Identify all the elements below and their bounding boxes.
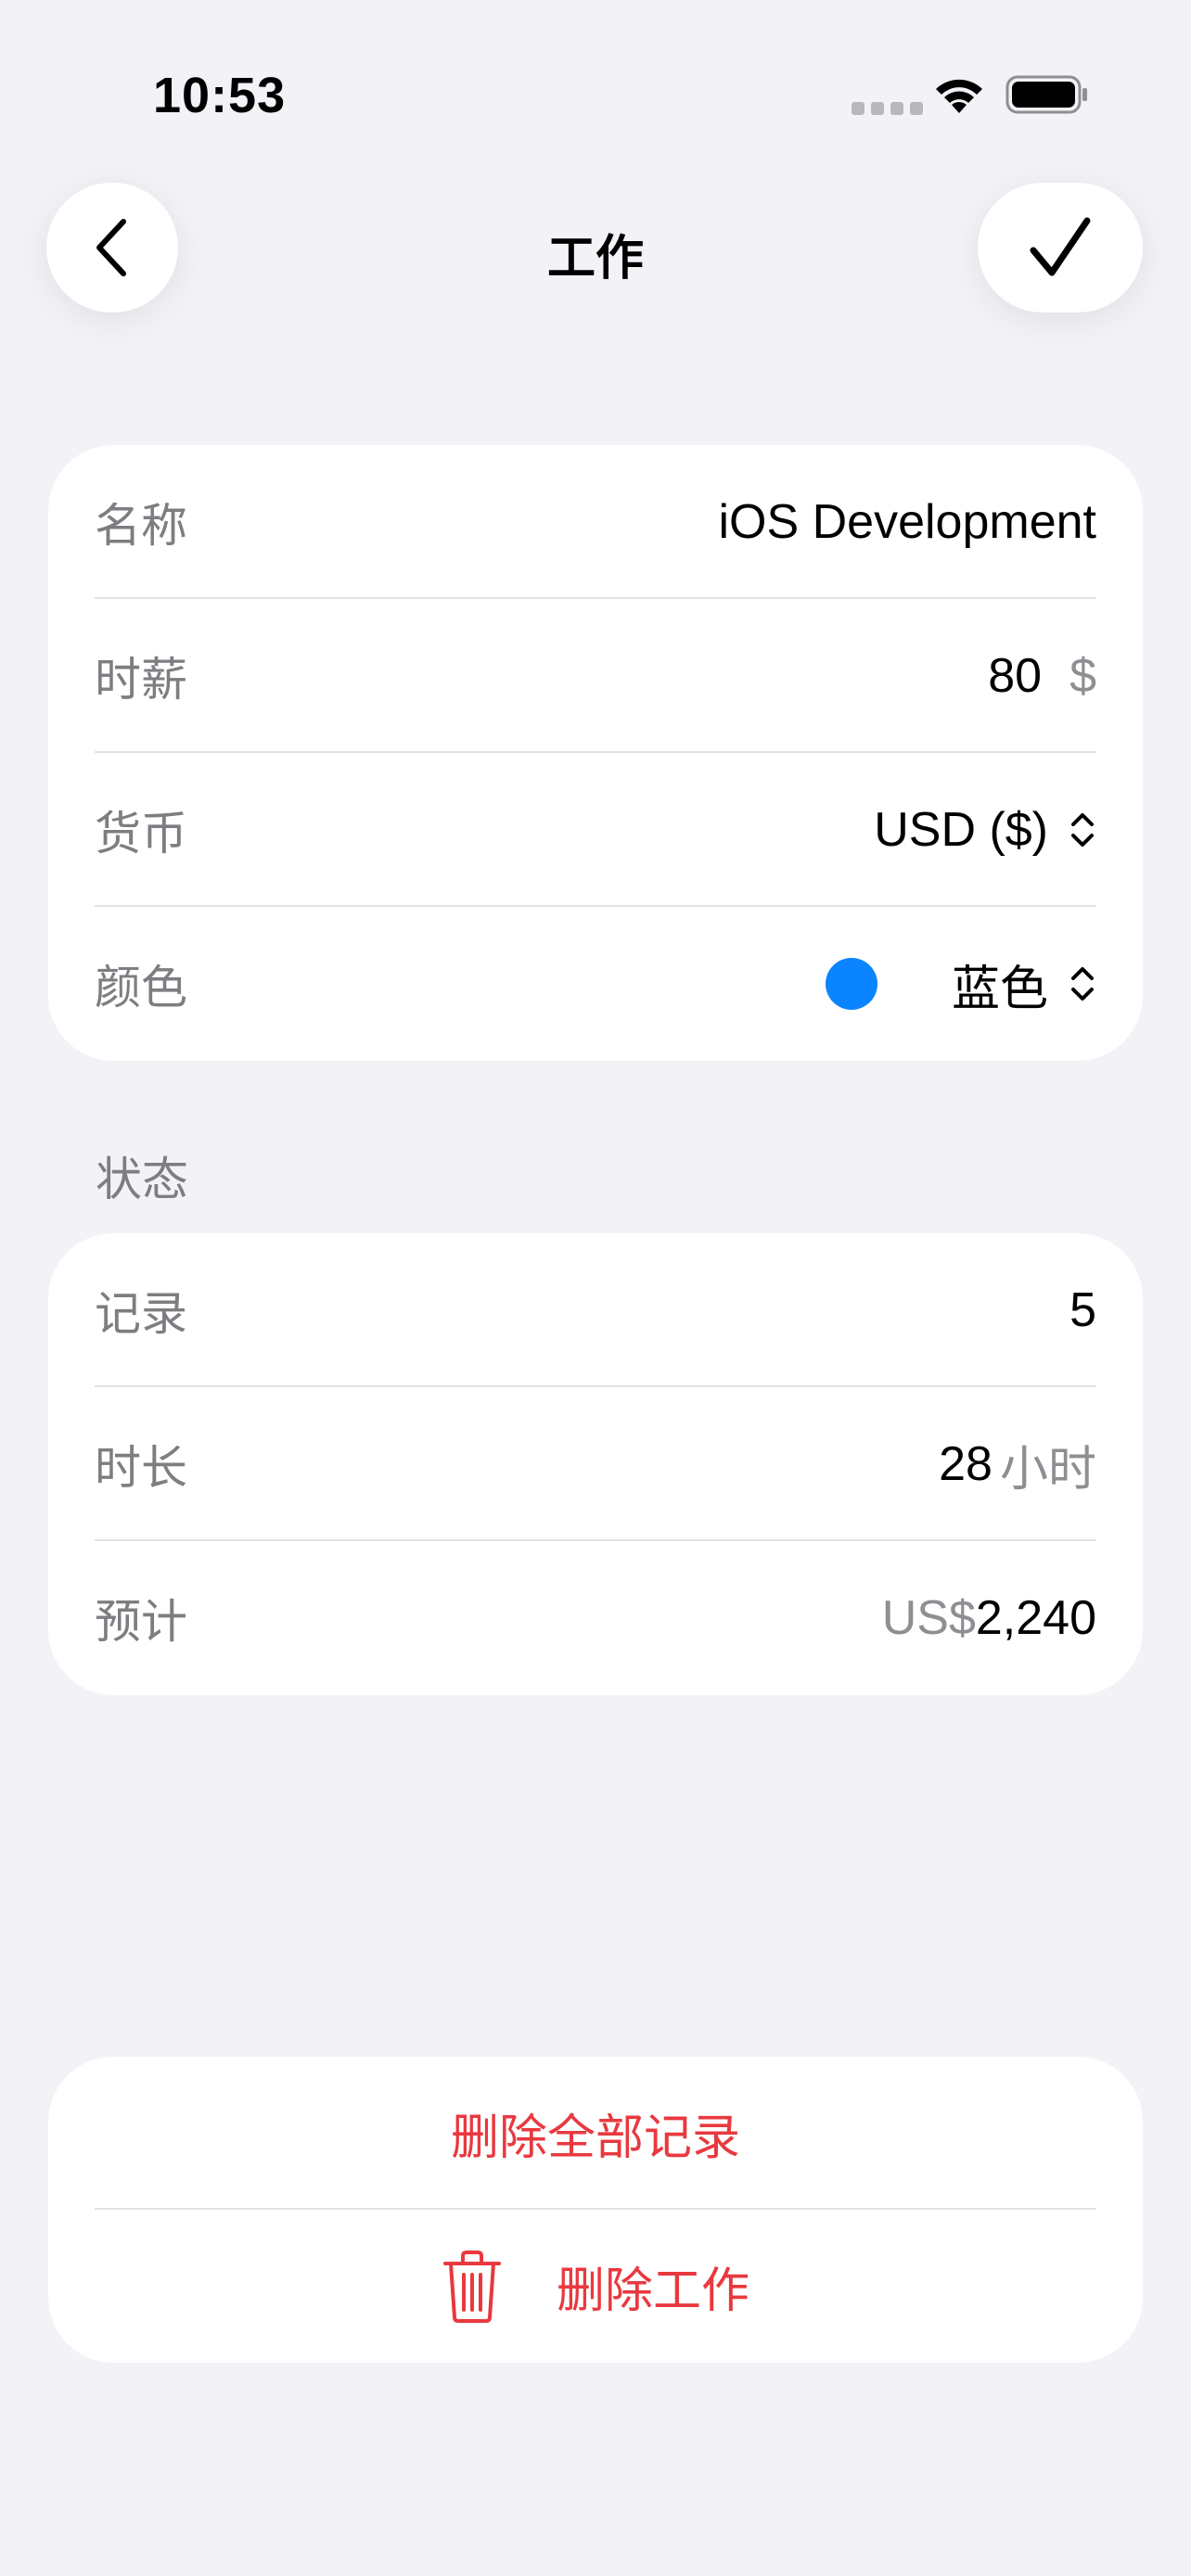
name-row[interactable]: 名称 iOS Development xyxy=(95,445,1096,599)
status-bar: 10:53 xyxy=(0,0,1191,185)
hourly-rate-value[interactable]: 80 xyxy=(988,648,1042,704)
chevron-up-down-icon xyxy=(1071,967,1094,1001)
records-value: 5 xyxy=(1069,1283,1096,1337)
color-picker[interactable]: 蓝色 xyxy=(825,950,1096,1019)
job-details-card: 名称 iOS Development 时薪 80 $ 货币 USD ($) 颜色… xyxy=(48,445,1143,1061)
estimate-value: 2,240 xyxy=(975,1591,1096,1645)
color-swatch xyxy=(825,958,877,1010)
delete-job-label: 删除工作 xyxy=(556,2264,749,2318)
currency-row[interactable]: 货币 USD ($) xyxy=(95,753,1096,907)
estimate-prefix: US$ xyxy=(881,1591,976,1645)
trash-icon xyxy=(442,2250,501,2323)
delete-all-records-button[interactable]: 删除全部记录 xyxy=(95,2057,1096,2210)
estimate-field: US$ 2,240 xyxy=(882,1590,1096,1646)
hourly-rate-label: 时薪 xyxy=(95,654,187,706)
save-button[interactable] xyxy=(978,183,1143,312)
color-value: 蓝色 xyxy=(951,962,1048,1016)
duration-unit: 小时 xyxy=(999,1442,1096,1497)
wifi-icon xyxy=(936,79,982,113)
delete-job-button[interactable]: 删除工作 xyxy=(95,2210,1096,2363)
stats-section-header: 状态 xyxy=(96,1154,188,1205)
stats-card: 记录 5 时长 28 小时 预计 US$ 2,240 xyxy=(48,1233,1143,1695)
estimate-label: 预计 xyxy=(95,1596,187,1648)
hourly-rate-field[interactable]: 80 $ xyxy=(988,648,1096,704)
chevron-up-down-icon xyxy=(1071,813,1094,847)
rate-unit: $ xyxy=(1069,649,1096,703)
currency-picker[interactable]: USD ($) xyxy=(874,802,1096,858)
status-time: 10:53 xyxy=(153,68,287,123)
duration-value: 28 xyxy=(939,1437,992,1491)
duration-row: 时长 28 小时 xyxy=(95,1387,1096,1541)
duration-label: 时长 xyxy=(95,1442,187,1494)
delete-all-records-label: 删除全部记录 xyxy=(450,2111,740,2165)
currency-value: USD ($) xyxy=(874,803,1048,857)
danger-actions-card: 删除全部记录 删除工作 xyxy=(48,2057,1143,2363)
name-label: 名称 xyxy=(95,500,187,552)
color-label: 颜色 xyxy=(95,962,187,1014)
duration-field: 28 小时 xyxy=(939,1430,1096,1499)
cellular-signal-icon xyxy=(852,102,923,115)
name-input[interactable]: iOS Development xyxy=(718,494,1096,550)
hourly-rate-row[interactable]: 时薪 80 $ xyxy=(95,599,1096,753)
records-row: 记录 5 xyxy=(95,1233,1096,1387)
currency-label: 货币 xyxy=(95,808,187,860)
checkmark-icon xyxy=(1030,217,1091,276)
estimate-row: 预计 US$ 2,240 xyxy=(95,1541,1096,1695)
battery-icon xyxy=(1005,75,1087,114)
color-row[interactable]: 颜色 蓝色 xyxy=(95,907,1096,1061)
records-label: 记录 xyxy=(95,1288,187,1340)
